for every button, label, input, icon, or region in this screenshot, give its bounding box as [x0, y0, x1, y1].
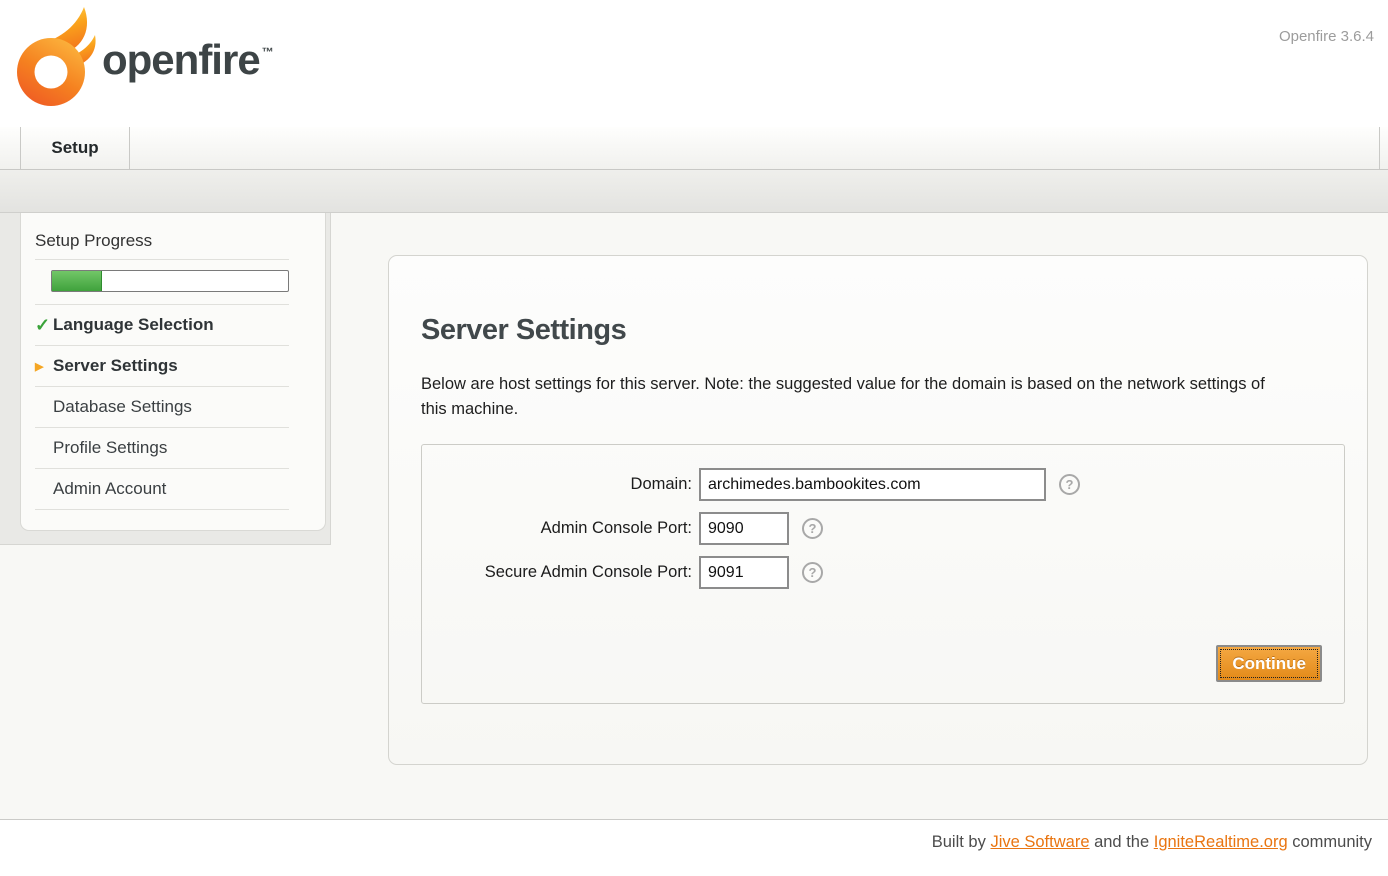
secure-port-help-icon[interactable]: ?	[802, 562, 823, 583]
subnav-band	[0, 170, 1388, 213]
sidebar-item-label: Database Settings	[53, 397, 192, 417]
admin-port-help-icon[interactable]: ?	[802, 518, 823, 539]
admin-port-input[interactable]	[699, 512, 789, 545]
trademark: ™	[262, 45, 273, 59]
page-description: Below are host settings for this server.…	[421, 372, 1293, 422]
sidebar-item-database-settings: Database Settings	[35, 387, 289, 428]
brand-title: openfire™	[102, 36, 273, 84]
jive-software-link[interactable]: Jive Software	[990, 833, 1089, 851]
sidebar-item-server-settings: ▶ Server Settings	[35, 346, 289, 387]
page-title: Server Settings	[421, 314, 626, 347]
sidebar-item-admin-account: Admin Account	[35, 469, 289, 510]
igniterealtime-link[interactable]: IgniteRealtime.org	[1154, 833, 1288, 851]
sidebar-item-label: Server Settings	[53, 356, 178, 376]
version-label: Openfire 3.6.4	[1279, 28, 1374, 45]
footer-middle: and the	[1090, 833, 1154, 851]
domain-label: Domain:	[422, 475, 699, 494]
sidebar-item-label: Language Selection	[53, 315, 214, 335]
form-row-domain: Domain: ?	[422, 468, 1344, 501]
content-area: Setup Progress ✓ Language Selection ▶ Se…	[0, 213, 1388, 819]
openfire-logo-icon	[14, 6, 100, 110]
sidebar-title: Setup Progress	[35, 213, 289, 260]
arrow-right-icon: ▶	[35, 360, 53, 373]
domain-help-icon[interactable]: ?	[1059, 474, 1080, 495]
tab-setup[interactable]: Setup	[20, 127, 130, 169]
setup-progress-sidebar: Setup Progress ✓ Language Selection ▶ Se…	[20, 213, 326, 531]
continue-button[interactable]: Continue	[1216, 645, 1322, 682]
footer-prefix: Built by	[932, 833, 991, 851]
footer: Built by Jive Software and the IgniteRea…	[0, 819, 1388, 876]
progress-bar	[51, 270, 289, 292]
footer-credit: Built by Jive Software and the IgniteRea…	[932, 833, 1372, 852]
sidebar-item-language-selection: ✓ Language Selection	[35, 305, 289, 346]
secure-port-label: Secure Admin Console Port:	[422, 563, 699, 582]
form-row-secure-port: Secure Admin Console Port: ?	[422, 556, 1344, 589]
domain-input[interactable]	[699, 468, 1046, 501]
progress-row	[35, 260, 289, 305]
footer-suffix: community	[1288, 833, 1372, 851]
header: openfire™ Openfire 3.6.4	[0, 0, 1388, 127]
check-icon: ✓	[35, 315, 53, 336]
form-row-admin-port: Admin Console Port: ?	[422, 512, 1344, 545]
main-panel: Server Settings Below are host settings …	[388, 255, 1368, 765]
secure-port-input[interactable]	[699, 556, 789, 589]
tabbar-divider	[1379, 127, 1380, 169]
tab-bar: Setup	[0, 127, 1388, 170]
sidebar-item-profile-settings: Profile Settings	[35, 428, 289, 469]
sidebar-item-label: Profile Settings	[53, 438, 167, 458]
progress-bar-fill	[52, 271, 102, 291]
admin-port-label: Admin Console Port:	[422, 519, 699, 538]
server-settings-form: Domain: ? Admin Console Port: ? Secure A…	[421, 444, 1345, 704]
sidebar-item-label: Admin Account	[53, 479, 166, 499]
